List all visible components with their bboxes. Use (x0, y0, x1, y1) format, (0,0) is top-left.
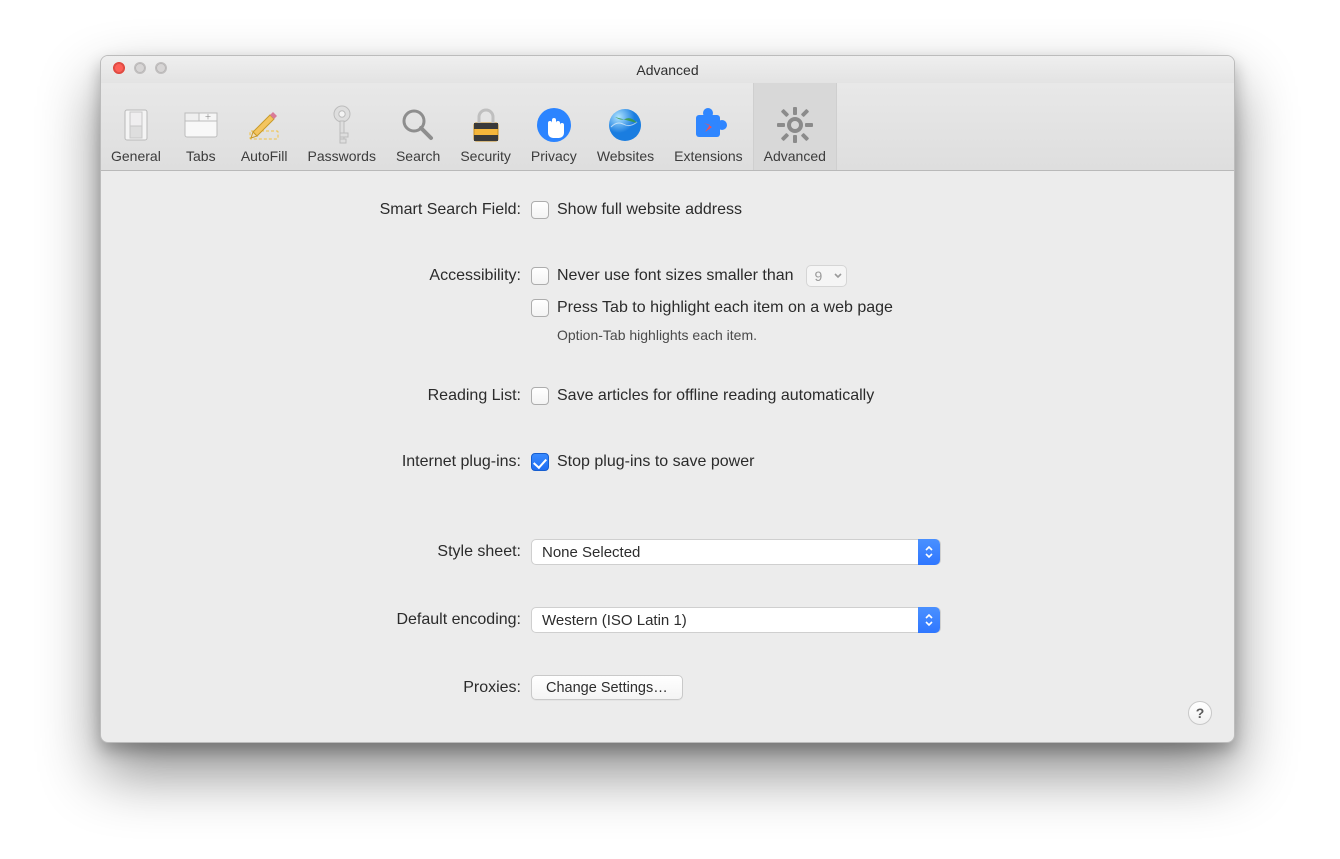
min-font-text: Never use font sizes smaller than (557, 263, 794, 289)
window-title: Advanced (636, 62, 698, 78)
minimize-button[interactable] (134, 62, 146, 74)
hand-icon (534, 105, 574, 145)
tab-advanced[interactable]: Advanced (753, 83, 837, 170)
min-font-stepper[interactable]: 9 (806, 265, 848, 287)
preferences-toolbar: General ＋ Tabs AutoFill Pas (101, 83, 1234, 171)
window-controls (113, 62, 167, 74)
default-encoding-label: Default encoding: (129, 607, 531, 633)
globe-icon (605, 105, 645, 145)
tab-label: General (111, 148, 161, 164)
advanced-pane: Smart Search Field: Show full website ad… (101, 171, 1234, 742)
switch-icon (116, 105, 156, 145)
tab-label: Privacy (531, 148, 577, 164)
puzzle-icon (688, 105, 728, 145)
svg-text:＋: ＋ (204, 113, 211, 121)
titlebar: Advanced (101, 56, 1234, 83)
chevron-down-icon (830, 271, 846, 281)
tab-label: AutoFill (241, 148, 288, 164)
tab-label: Advanced (764, 148, 826, 164)
accessibility-hint: Option-Tab highlights each item. (531, 327, 1206, 343)
pencil-icon (244, 105, 284, 145)
tab-tabs[interactable]: ＋ Tabs (171, 83, 231, 170)
tab-label: Extensions (674, 148, 742, 164)
tab-label: Passwords (308, 148, 376, 164)
preferences-window: Advanced General ＋ Tabs (100, 55, 1235, 743)
tab-general[interactable]: General (101, 83, 171, 170)
press-tab-text: Press Tab to highlight each item on a we… (557, 295, 893, 321)
default-encoding-select[interactable]: Western (ISO Latin 1) (531, 607, 941, 633)
help-button[interactable]: ? (1188, 701, 1212, 725)
min-font-value: 9 (807, 268, 831, 284)
style-sheet-value: None Selected (542, 544, 640, 561)
change-settings-button[interactable]: Change Settings… (531, 675, 683, 700)
save-offline-text: Save articles for offline reading automa… (557, 383, 874, 409)
press-tab-checkbox[interactable] (531, 299, 549, 317)
tab-label: Tabs (186, 148, 216, 164)
proxies-label: Proxies: (129, 675, 531, 701)
select-arrows-icon (918, 607, 940, 633)
stop-plugins-checkbox[interactable] (531, 453, 549, 471)
default-encoding-value: Western (ISO Latin 1) (542, 612, 687, 629)
style-sheet-label: Style sheet: (129, 539, 531, 565)
key-icon (322, 105, 362, 145)
save-offline-checkbox[interactable] (531, 387, 549, 405)
tab-passwords[interactable]: Passwords (298, 83, 386, 170)
tabs-icon: ＋ (181, 105, 221, 145)
style-sheet-select[interactable]: None Selected (531, 539, 941, 565)
tab-websites[interactable]: Websites (587, 83, 664, 170)
search-icon (398, 105, 438, 145)
zoom-button[interactable] (155, 62, 167, 74)
smart-search-label: Smart Search Field: (129, 197, 531, 223)
gear-icon (775, 105, 815, 145)
show-full-url-checkbox[interactable] (531, 201, 549, 219)
lock-icon (466, 105, 506, 145)
min-font-checkbox[interactable] (531, 267, 549, 285)
select-arrows-icon (918, 539, 940, 565)
tab-label: Websites (597, 148, 654, 164)
tab-label: Security (460, 148, 511, 164)
reading-list-label: Reading List: (129, 383, 531, 409)
stop-plugins-text: Stop plug-ins to save power (557, 449, 754, 475)
tab-extensions[interactable]: Extensions (664, 83, 752, 170)
tab-autofill[interactable]: AutoFill (231, 83, 298, 170)
tab-label: Search (396, 148, 440, 164)
tab-security[interactable]: Security (450, 83, 521, 170)
show-full-url-text: Show full website address (557, 197, 742, 223)
close-button[interactable] (113, 62, 125, 74)
tab-search[interactable]: Search (386, 83, 450, 170)
tab-privacy[interactable]: Privacy (521, 83, 587, 170)
plugins-label: Internet plug-ins: (129, 449, 531, 475)
accessibility-label: Accessibility: (129, 263, 531, 289)
